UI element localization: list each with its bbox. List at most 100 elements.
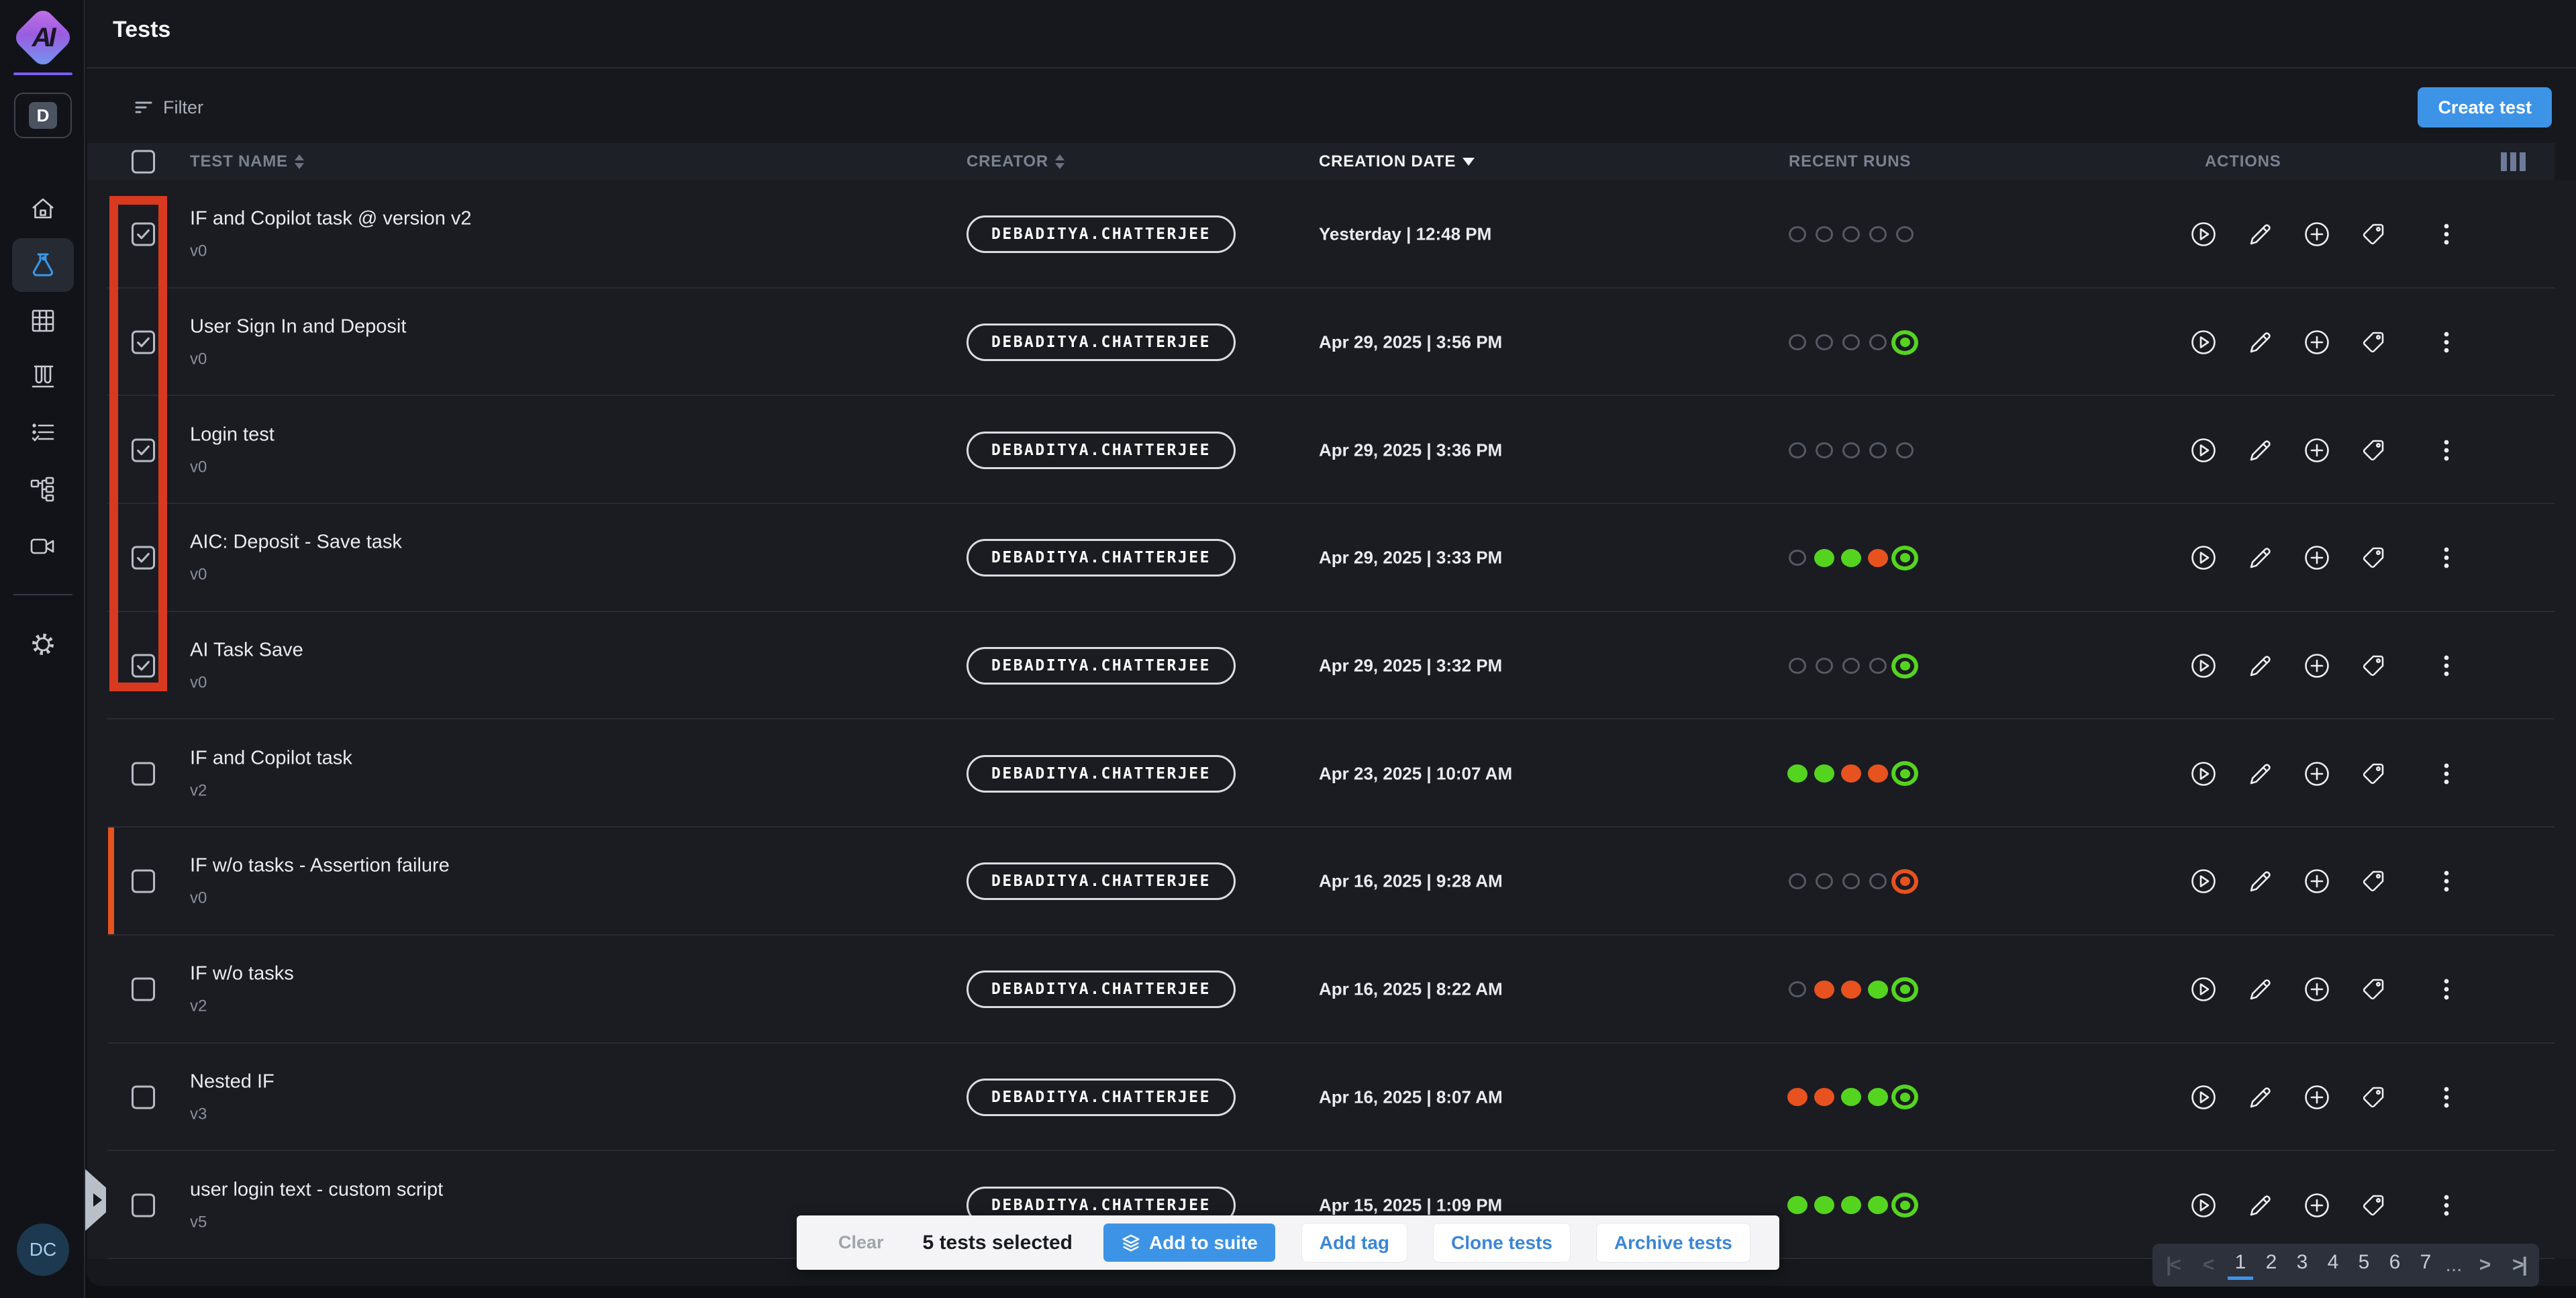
archive-tests-button[interactable]: Archive tests (1597, 1224, 1750, 1262)
app-logo[interactable]: AI (12, 8, 74, 67)
edit-icon[interactable] (2246, 220, 2275, 248)
more-icon[interactable] (2432, 867, 2461, 895)
add-icon[interactable] (2303, 220, 2331, 248)
add-to-suite-button[interactable]: Add to suite (1103, 1224, 1275, 1262)
checklist-icon (28, 417, 58, 448)
column-creator[interactable]: CREATOR (967, 143, 1064, 181)
play-icon[interactable] (2189, 544, 2218, 572)
tag-icon[interactable] (2360, 760, 2388, 788)
more-icon[interactable] (2432, 220, 2461, 248)
row-actions (87, 828, 2576, 936)
workspace-switcher[interactable]: D (14, 93, 72, 138)
home-icon (28, 193, 58, 224)
pagination-page-2[interactable]: 2 (2259, 1251, 2284, 1280)
edit-icon[interactable] (2246, 1191, 2275, 1219)
tag-icon[interactable] (2360, 652, 2388, 680)
column-test-name[interactable]: TEST NAME (190, 143, 304, 181)
pagination-page-3[interactable]: 3 (2289, 1251, 2315, 1280)
sidebar-item-suites[interactable] (12, 462, 74, 516)
more-icon[interactable] (2432, 544, 2461, 572)
add-icon[interactable] (2303, 760, 2331, 788)
column-actions: ACTIONS (2205, 143, 2281, 181)
sort-icons (1055, 154, 1064, 169)
sidebar-item-home[interactable] (12, 182, 74, 236)
header-divider (87, 67, 2576, 68)
pagination-page-7[interactable]: 7 (2413, 1251, 2438, 1280)
play-icon[interactable] (2189, 1083, 2218, 1111)
pagination-last[interactable]: >| (2504, 1254, 2534, 1277)
tag-icon[interactable] (2360, 220, 2388, 248)
pagination-page-4[interactable]: 4 (2320, 1251, 2346, 1280)
user-avatar[interactable]: DC (17, 1224, 69, 1276)
pagination-page-6[interactable]: 6 (2382, 1251, 2408, 1280)
filter-button[interactable]: Filter (134, 93, 203, 122)
add-icon[interactable] (2303, 544, 2331, 572)
tag-icon[interactable] (2360, 436, 2388, 464)
tag-icon[interactable] (2360, 975, 2388, 1003)
tag-icon[interactable] (2360, 867, 2388, 895)
pagination-page-1[interactable]: 1 (2228, 1251, 2253, 1280)
edit-icon[interactable] (2246, 867, 2275, 895)
sidebar-item-data-tables[interactable] (12, 294, 74, 348)
edit-icon[interactable] (2246, 1083, 2275, 1111)
edit-icon[interactable] (2246, 436, 2275, 464)
tag-icon[interactable] (2360, 1083, 2388, 1111)
row-actions (87, 396, 2576, 504)
play-icon[interactable] (2189, 867, 2218, 895)
sidebar-item-tests[interactable] (12, 238, 74, 292)
add-icon[interactable] (2303, 1191, 2331, 1219)
row-actions (87, 504, 2576, 612)
add-icon[interactable] (2303, 652, 2331, 680)
table-body: IF and Copilot task @ version v2v0DEBADI… (87, 181, 2576, 1259)
more-icon[interactable] (2432, 328, 2461, 356)
more-icon[interactable] (2432, 652, 2461, 680)
select-all-checkbox[interactable] (132, 150, 155, 174)
table-row: IF and Copilot task @ version v2v0DEBADI… (87, 181, 2576, 289)
workspace-initial: D (29, 102, 57, 129)
add-icon[interactable] (2303, 328, 2331, 356)
annotation-rectangle (109, 196, 167, 691)
edit-icon[interactable] (2246, 975, 2275, 1003)
play-icon[interactable] (2189, 328, 2218, 356)
table-row: AI Task Savev0DEBADITYA.CHATTERJEEApr 29… (87, 612, 2576, 720)
tag-icon[interactable] (2360, 544, 2388, 572)
play-icon[interactable] (2189, 760, 2218, 788)
play-icon[interactable] (2189, 220, 2218, 248)
tag-icon[interactable] (2360, 1191, 2388, 1219)
add-tag-button[interactable]: Add tag (1302, 1224, 1407, 1262)
play-icon[interactable] (2189, 1191, 2218, 1219)
play-icon[interactable] (2189, 652, 2218, 680)
clone-tests-button[interactable]: Clone tests (1434, 1224, 1570, 1262)
edit-icon[interactable] (2246, 652, 2275, 680)
edit-icon[interactable] (2246, 328, 2275, 356)
play-icon[interactable] (2189, 436, 2218, 464)
add-icon[interactable] (2303, 436, 2331, 464)
pagination-next[interactable]: > (2469, 1254, 2499, 1277)
sidebar-item-settings[interactable] (12, 617, 74, 671)
more-icon[interactable] (2432, 1083, 2461, 1111)
more-icon[interactable] (2432, 436, 2461, 464)
add-icon[interactable] (2303, 867, 2331, 895)
sidebar-item-checklist[interactable] (12, 406, 74, 460)
sidebar-item-test-tubes[interactable] (12, 350, 74, 403)
add-icon[interactable] (2303, 975, 2331, 1003)
pagination-first[interactable]: |< (2158, 1254, 2187, 1277)
more-icon[interactable] (2432, 760, 2461, 788)
column-creation-date[interactable]: CREATION DATE (1319, 143, 1475, 181)
sort-icons (295, 154, 304, 169)
sidebar-item-recordings[interactable] (12, 519, 74, 573)
more-icon[interactable] (2432, 1191, 2461, 1219)
pagination-page-5[interactable]: 5 (2351, 1251, 2377, 1280)
clear-selection-button[interactable]: Clear (838, 1232, 884, 1253)
create-test-button[interactable]: Create test (2418, 87, 2552, 128)
pagination-prev[interactable]: < (2193, 1254, 2222, 1277)
edit-icon[interactable] (2246, 544, 2275, 572)
more-icon[interactable] (2432, 975, 2461, 1003)
tag-icon[interactable] (2360, 328, 2388, 356)
add-icon[interactable] (2303, 1083, 2331, 1111)
edit-icon[interactable] (2246, 760, 2275, 788)
selected-count-text: 5 tests selected (923, 1232, 1073, 1254)
play-icon[interactable] (2189, 975, 2218, 1003)
column-settings-icon[interactable] (2501, 152, 2526, 171)
test-tubes-icon (28, 361, 58, 392)
